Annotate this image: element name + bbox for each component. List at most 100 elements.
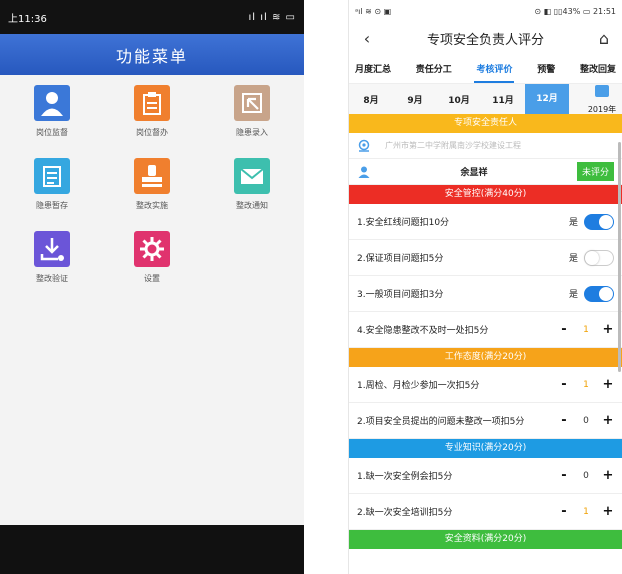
score-row: 4.安全隐患整改不及时一处扣5分 - 1 + — [349, 312, 622, 348]
status-icons: ıl ıl ≋ ▭ — [248, 11, 296, 23]
year-picker[interactable]: 2019年 — [584, 85, 620, 116]
score-stepper: - 1 + — [558, 322, 614, 337]
yes-label: 是 — [568, 254, 578, 264]
person-row: 余显祥 未评分 — [349, 159, 622, 185]
nav-bar — [0, 525, 304, 574]
yes-label: 是 — [568, 290, 578, 300]
mail-icon — [234, 158, 270, 194]
minus-button[interactable]: - — [558, 504, 570, 519]
status-right: ⊙ ◧ ▯▯43% ▭ 21:51 — [534, 6, 616, 16]
plus-button[interactable]: + — [602, 322, 614, 337]
menu-tile-label: 整改实施 — [136, 201, 168, 210]
user-icon — [358, 166, 370, 178]
toggle-knob — [599, 286, 613, 301]
project-name: 广州市第二中学附属南沙学校建设工程 — [385, 141, 521, 150]
entry-icon — [234, 85, 270, 121]
menu-tile-label: 岗位监督 — [36, 128, 68, 137]
download-icon — [34, 231, 70, 267]
month-selector: 8月 9月 10月 11月 12月 2019年 — [349, 84, 622, 114]
section-header: 工作态度(满分20分) — [349, 348, 622, 367]
stepper-value: 1 — [583, 324, 589, 335]
year-label: 2019年 — [587, 105, 617, 114]
score-item-label: 1.安全红线问题扣10分 — [357, 218, 450, 228]
score-screen: ᵃıl ≋ ⊙ ▣ ⊙ ◧ ▯▯43% ▭ 21:51 ‹ 专项安全负责人评分 … — [348, 0, 622, 574]
menu-tile-label: 隐患暂存 — [36, 201, 68, 210]
deduction-toggle[interactable] — [584, 249, 614, 266]
menu-tile-label: 岗位督办 — [136, 128, 168, 137]
tab[interactable]: 责任分工 — [414, 56, 454, 81]
minus-button[interactable]: - — [558, 413, 570, 428]
deduction-toggle[interactable] — [584, 285, 614, 302]
status-left: ᵃıl ≋ ⊙ ▣ — [355, 6, 392, 16]
toggle-knob — [585, 250, 599, 265]
tab[interactable]: 预警 — [535, 56, 557, 81]
tab-bar: 月度汇总 责任分工 考核评价 预警 整改回复 — [349, 54, 622, 84]
menu-tile-label: 设置 — [144, 274, 160, 283]
minus-button[interactable]: - — [558, 468, 570, 483]
plus-button[interactable]: + — [602, 468, 614, 483]
menu-tile[interactable]: 整改通知 — [217, 158, 287, 211]
stepper-value: 0 — [583, 470, 589, 481]
menu-tile[interactable]: 设置 — [117, 231, 187, 284]
score-row: 1.安全红线问题扣10分 是 — [349, 204, 622, 240]
gear-icon — [134, 231, 170, 267]
score-stepper: - 0 + — [558, 468, 614, 483]
menu-tile[interactable]: 岗位监督 — [17, 85, 87, 138]
plus-button[interactable]: + — [602, 413, 614, 428]
tab[interactable]: 考核评价 — [474, 56, 515, 83]
month-item[interactable]: 8月 — [349, 93, 393, 106]
month-item[interactable]: 10月 — [437, 93, 481, 106]
stepper-value: 1 — [583, 379, 589, 390]
deduction-toggle[interactable] — [584, 213, 614, 230]
score-sections: 安全管控(满分40分) 1.安全红线问题扣10分是 2.保证项目问题扣5分是 3.一般… — [349, 185, 622, 549]
menu-screen: 上11:36 ıl ıl ≋ ▭ 功能菜单 岗位监督 岗位督办 隐患录入 隐患暂存 整改… — [0, 0, 304, 574]
score-row: 1.周检、月检少参加一次扣5分 - 1 + — [349, 367, 622, 403]
menu-tile[interactable]: 整改验证 — [17, 231, 87, 284]
plus-button[interactable]: + — [602, 377, 614, 392]
menu-tile[interactable]: 岗位督办 — [117, 85, 187, 138]
score-row: 3.一般项目问题扣3分 是 — [349, 276, 622, 312]
tab[interactable]: 整改回复 — [578, 56, 618, 81]
stepper-value: 1 — [583, 506, 589, 517]
minus-button[interactable]: - — [558, 322, 570, 337]
tab[interactable]: 月度汇总 — [353, 56, 393, 81]
scrollbar[interactable] — [618, 142, 621, 372]
page-title: 专项安全负责人评分 — [426, 32, 544, 48]
responsible-header: 专项安全责任人 — [349, 114, 622, 133]
back-icon[interactable]: ‹ — [357, 29, 377, 48]
project-row: 广州市第二中学附属南沙学校建设工程 — [349, 133, 622, 159]
page-title: 功能菜单 — [115, 46, 188, 66]
home-icon[interactable]: ⌂ — [594, 29, 614, 48]
stepper-value: 0 — [583, 415, 589, 426]
calendar-icon — [595, 85, 609, 97]
minus-button[interactable]: - — [558, 377, 570, 392]
score-item-label: 3.一般项目问题扣3分 — [357, 290, 444, 300]
section-header: 安全资料(满分20分) — [349, 530, 622, 549]
score-stepper: - 1 + — [558, 504, 614, 519]
person-icon — [34, 85, 70, 121]
score-row: 1.缺一次安全例会扣5分 - 0 + — [349, 458, 622, 494]
month-item[interactable]: 11月 — [481, 93, 525, 106]
clipboard-icon — [134, 85, 170, 121]
toggle-knob — [599, 214, 613, 229]
score-item-label: 2.项目安全员提出的问题未整改一项扣5分 — [357, 417, 525, 427]
person-name: 余显祥 — [460, 168, 488, 178]
header: ‹ 专项安全负责人评分 ⌂ — [349, 22, 622, 54]
menu-tile[interactable]: 整改实施 — [117, 158, 187, 211]
app-bar: 功能菜单 — [0, 34, 304, 75]
yes-label: 是 — [568, 218, 578, 228]
menu-tile-label: 整改验证 — [36, 274, 68, 283]
month-item[interactable]: 9月 — [393, 93, 437, 106]
menu-tile[interactable]: 隐患暂存 — [17, 158, 87, 211]
score-row: 2.保证项目问题扣5分 是 — [349, 240, 622, 276]
location-icon — [358, 139, 370, 152]
score-stepper: - 1 + — [558, 377, 614, 392]
section-header: 专业知识(满分20分) — [349, 439, 622, 458]
menu-tile[interactable]: 隐患录入 — [217, 85, 287, 138]
month-item[interactable]: 12月 — [525, 84, 569, 114]
status-bar: ᵃıl ≋ ⊙ ▣ ⊙ ◧ ▯▯43% ▭ 21:51 — [349, 0, 622, 22]
score-item-label: 2.保证项目问题扣5分 — [357, 254, 444, 264]
score-item-label: 4.安全隐患整改不及时一处扣5分 — [357, 326, 489, 336]
plus-button[interactable]: + — [602, 504, 614, 519]
menu-tile-label: 整改通知 — [236, 201, 268, 210]
